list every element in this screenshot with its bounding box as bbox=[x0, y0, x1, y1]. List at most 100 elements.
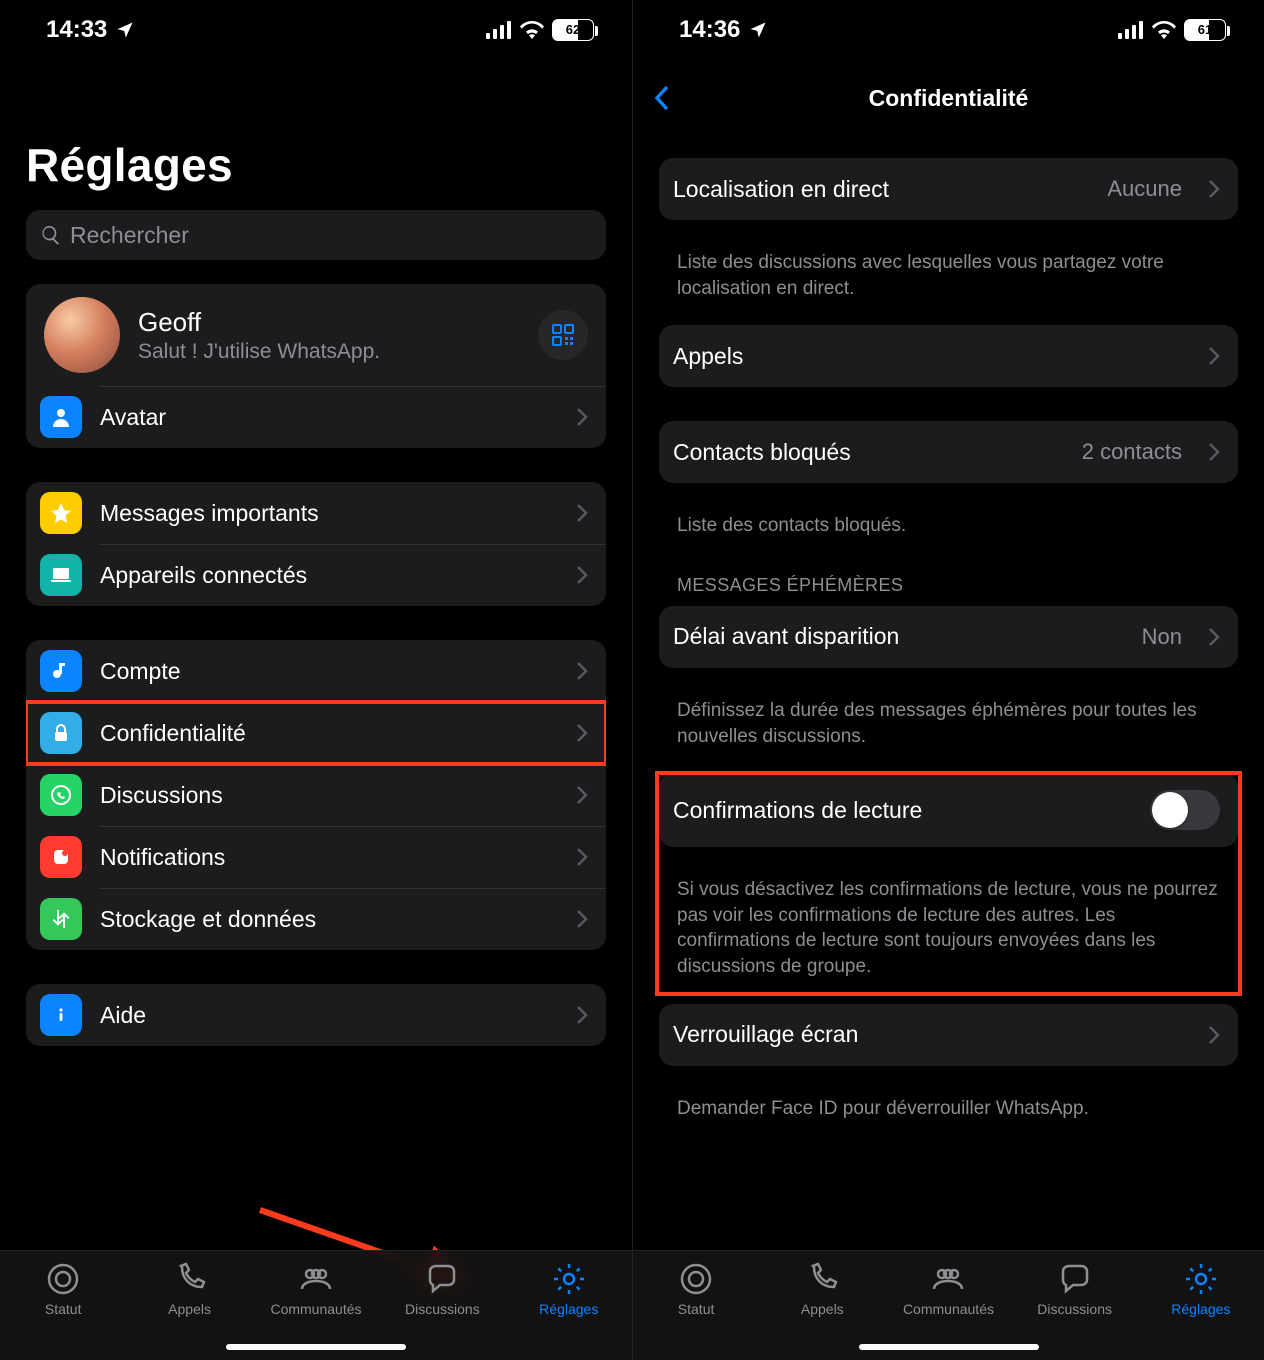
tab-label: Discussions bbox=[405, 1301, 480, 1317]
home-indicator bbox=[859, 1344, 1039, 1350]
row-help[interactable]: Aide bbox=[26, 984, 606, 1046]
tab-status[interactable]: Statut bbox=[633, 1261, 759, 1317]
tab-label: Réglages bbox=[1171, 1301, 1230, 1317]
chevron-right-icon bbox=[1208, 1025, 1220, 1045]
qr-icon bbox=[551, 323, 575, 347]
page-title: Réglages bbox=[0, 60, 632, 210]
status-time: 14:33 bbox=[46, 16, 107, 44]
status-icon bbox=[45, 1261, 81, 1297]
row-label: Appareils connectés bbox=[100, 562, 558, 589]
caption-read-receipts: Si vous désactivez les confirmations de … bbox=[633, 865, 1264, 1004]
row-calls[interactable]: Appels bbox=[659, 325, 1238, 387]
row-read-receipts[interactable]: Confirmations de lecture bbox=[659, 773, 1238, 847]
row-label: Messages importants bbox=[100, 500, 558, 527]
tab-bar: Statut Appels Communautés Discussions Ré… bbox=[633, 1250, 1264, 1360]
tab-communities[interactable]: Communautés bbox=[253, 1261, 379, 1317]
row-label: Notifications bbox=[100, 844, 558, 871]
tab-status[interactable]: Statut bbox=[0, 1261, 126, 1317]
row-profile[interactable]: Geoff Salut ! J'utilise WhatsApp. bbox=[26, 284, 606, 386]
row-label: Confidentialité bbox=[100, 720, 558, 747]
back-button[interactable] bbox=[653, 84, 671, 112]
row-value: Aucune bbox=[1107, 176, 1182, 202]
tab-chats[interactable]: Discussions bbox=[379, 1261, 505, 1317]
tab-chats[interactable]: Discussions bbox=[1012, 1261, 1138, 1317]
tab-label: Communautés bbox=[270, 1301, 361, 1317]
row-storage[interactable]: Stockage et données bbox=[26, 888, 606, 950]
tab-calls[interactable]: Appels bbox=[126, 1261, 252, 1317]
tab-label: Réglages bbox=[539, 1301, 598, 1317]
section-header-disappearing: MESSAGES ÉPHÉMÈRES bbox=[633, 563, 1264, 606]
phone-icon bbox=[804, 1261, 840, 1297]
chevron-right-icon bbox=[576, 661, 588, 681]
row-linked-devices[interactable]: Appareils connectés bbox=[26, 544, 606, 606]
chevron-right-icon bbox=[1208, 627, 1220, 647]
battery-level: 62 bbox=[553, 21, 593, 39]
tab-communities[interactable]: Communautés bbox=[885, 1261, 1011, 1317]
avatar bbox=[44, 297, 120, 373]
tab-settings[interactable]: Réglages bbox=[1138, 1261, 1264, 1317]
group-help: Aide bbox=[26, 984, 606, 1046]
tab-calls[interactable]: Appels bbox=[759, 1261, 885, 1317]
caption-live-location: Liste des discussions avec lesquelles vo… bbox=[633, 238, 1264, 325]
toggle-read-receipts[interactable] bbox=[1150, 790, 1220, 830]
wifi-icon bbox=[1152, 21, 1176, 39]
cellular-icon bbox=[1118, 21, 1144, 39]
row-blocked[interactable]: Contacts bloqués 2 contacts bbox=[659, 421, 1238, 483]
battery-level: 61 bbox=[1185, 21, 1225, 39]
row-notifications[interactable]: Notifications bbox=[26, 826, 606, 888]
row-value: 2 contacts bbox=[1082, 439, 1182, 465]
info-icon bbox=[40, 994, 82, 1036]
nav-title: Confidentialité bbox=[869, 85, 1029, 112]
tab-label: Appels bbox=[801, 1301, 844, 1317]
group-live-location: Localisation en direct Aucune bbox=[659, 158, 1238, 220]
tab-settings[interactable]: Réglages bbox=[506, 1261, 632, 1317]
group-read-receipts: Confirmations de lecture bbox=[659, 773, 1238, 847]
tab-bar: Statut Appels Communautés Discussions Ré… bbox=[0, 1250, 632, 1360]
home-indicator bbox=[226, 1344, 406, 1350]
search-placeholder: Rechercher bbox=[70, 222, 189, 249]
phone-icon bbox=[172, 1261, 208, 1297]
status-bar: 14:36 61 bbox=[633, 0, 1264, 60]
row-starred[interactable]: Messages importants bbox=[26, 482, 606, 544]
tab-label: Appels bbox=[168, 1301, 211, 1317]
caption-disappearing: Définissez la durée des messages éphémèr… bbox=[633, 686, 1264, 773]
wifi-icon bbox=[520, 21, 544, 39]
tab-label: Communautés bbox=[903, 1301, 994, 1317]
avatar-icon bbox=[40, 396, 82, 438]
row-account[interactable]: Compte bbox=[26, 640, 606, 702]
row-label: Verrouillage écran bbox=[673, 1021, 1190, 1048]
status-time: 14:36 bbox=[679, 16, 740, 44]
location-icon bbox=[748, 20, 768, 40]
search-input[interactable]: Rechercher bbox=[26, 210, 606, 260]
search-icon bbox=[40, 224, 62, 246]
lock-icon bbox=[40, 712, 82, 754]
group-disappearing: Délai avant disparition Non bbox=[659, 606, 1238, 668]
row-label: Aide bbox=[100, 1002, 558, 1029]
chevron-right-icon bbox=[576, 407, 588, 427]
caption-blocked: Liste des contacts bloqués. bbox=[633, 501, 1264, 563]
gear-icon bbox=[551, 1261, 587, 1297]
chats-icon bbox=[424, 1261, 460, 1297]
key-icon bbox=[40, 650, 82, 692]
row-screen-lock[interactable]: Verrouillage écran bbox=[659, 1004, 1238, 1066]
row-privacy[interactable]: Confidentialité bbox=[26, 702, 606, 764]
location-icon bbox=[115, 20, 135, 40]
qr-button[interactable] bbox=[538, 310, 588, 360]
row-label: Confirmations de lecture bbox=[673, 797, 1132, 824]
status-icon bbox=[678, 1261, 714, 1297]
row-disappearing-timer[interactable]: Délai avant disparition Non bbox=[659, 606, 1238, 668]
group-screen-lock: Verrouillage écran bbox=[659, 1004, 1238, 1066]
row-label: Contacts bloqués bbox=[673, 439, 1064, 466]
row-avatar[interactable]: Avatar bbox=[26, 386, 606, 448]
communities-icon bbox=[930, 1261, 966, 1297]
chevron-right-icon bbox=[576, 909, 588, 929]
cellular-icon bbox=[486, 21, 512, 39]
laptop-icon bbox=[40, 554, 82, 596]
row-chats[interactable]: Discussions bbox=[26, 764, 606, 826]
row-label: Localisation en direct bbox=[673, 176, 1089, 203]
caption-screen-lock: Demander Face ID pour déverrouiller What… bbox=[633, 1084, 1264, 1146]
profile-name: Geoff bbox=[138, 307, 520, 338]
row-live-location[interactable]: Localisation en direct Aucune bbox=[659, 158, 1238, 220]
notification-icon bbox=[40, 836, 82, 878]
tab-label: Discussions bbox=[1037, 1301, 1112, 1317]
